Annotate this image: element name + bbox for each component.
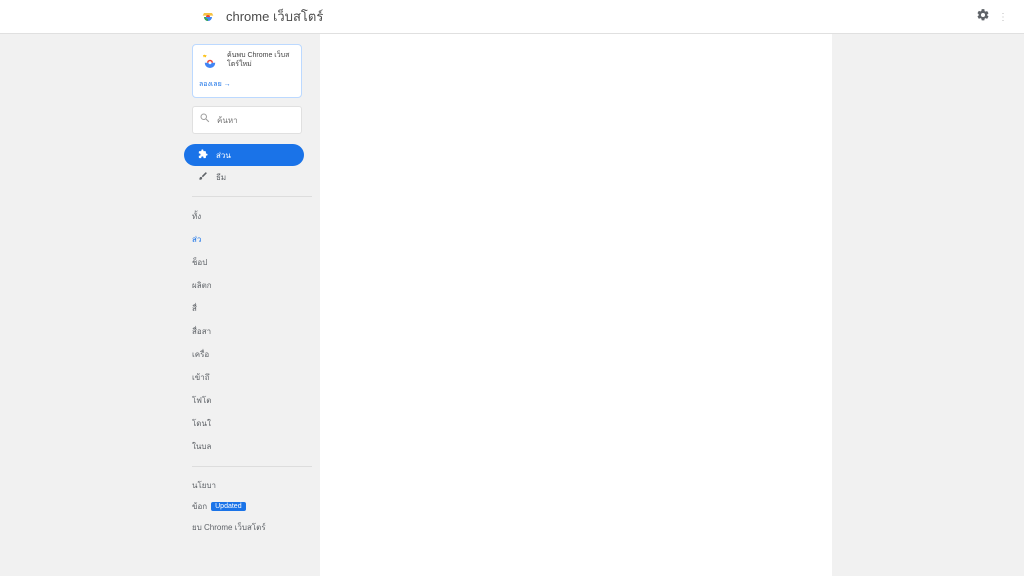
footer-about[interactable]: ยบ Chrome เว็บสโตร์ bbox=[192, 517, 312, 538]
left-gutter bbox=[0, 34, 192, 576]
tab-themes[interactable]: ธีม bbox=[184, 166, 304, 188]
tab-extensions-label: ส่วน bbox=[216, 149, 231, 162]
footer-links: นโยบา ข้อก Updated ยบ Chrome เว็บสโตร์ bbox=[192, 475, 320, 538]
search-icon bbox=[199, 111, 211, 129]
chrome-store-logo-icon bbox=[200, 9, 216, 25]
extension-icon bbox=[198, 149, 208, 161]
promo-link[interactable]: ลองเลย → bbox=[199, 79, 231, 90]
promo-store-icon bbox=[199, 51, 221, 73]
category-list: ทั้งส่วช็อปผลิตกสื่สื่อสาเครื่อเข้าถึโฟโ… bbox=[192, 205, 320, 458]
category-item[interactable]: เครื่อ bbox=[192, 343, 312, 366]
promo-card[interactable]: ค้นพบ Chrome เว็บส โตร์ใหม่ ลองเลย → bbox=[192, 44, 302, 98]
signin-link[interactable]: ⋮ bbox=[998, 12, 1008, 23]
divider bbox=[192, 196, 312, 197]
category-item[interactable]: เข้าถึ bbox=[192, 366, 312, 389]
topbar: chrome เว็บสโตร์ ⋮ bbox=[0, 0, 1024, 34]
content-area: ค้นพบ Chrome เว็บส โตร์ใหม่ ลองเลย → ส่ว… bbox=[0, 34, 1024, 576]
main-content bbox=[320, 34, 832, 576]
category-item[interactable]: สื่อสา bbox=[192, 320, 312, 343]
category-item[interactable]: โดนใ bbox=[192, 412, 312, 435]
category-item[interactable]: โฟโต bbox=[192, 389, 312, 412]
category-item[interactable]: ในบล bbox=[192, 435, 312, 458]
search-input[interactable] bbox=[217, 116, 295, 125]
sidebar: ค้นพบ Chrome เว็บส โตร์ใหม่ ลองเลย → ส่ว… bbox=[192, 34, 320, 576]
category-item[interactable]: สื่ bbox=[192, 297, 312, 320]
page-title: chrome เว็บสโตร์ bbox=[226, 6, 323, 27]
footer-terms[interactable]: ข้อก Updated bbox=[192, 496, 312, 517]
promo-text: ค้นพบ Chrome เว็บส โตร์ใหม่ bbox=[227, 51, 295, 73]
tab-themes-label: ธีม bbox=[216, 171, 226, 184]
search-box[interactable] bbox=[192, 106, 302, 134]
footer-privacy[interactable]: นโยบา bbox=[192, 475, 312, 496]
divider bbox=[192, 466, 312, 467]
brush-icon bbox=[198, 171, 208, 183]
category-item[interactable]: ทั้ง bbox=[192, 205, 312, 228]
gear-icon[interactable] bbox=[976, 8, 990, 27]
category-item[interactable]: ส่ว bbox=[192, 228, 312, 251]
footer-terms-label: ข้อก bbox=[192, 500, 207, 513]
nav-tabs: ส่วน ธีม bbox=[184, 144, 304, 188]
tab-extensions[interactable]: ส่วน bbox=[184, 144, 304, 166]
category-item[interactable]: ผลิตก bbox=[192, 274, 312, 297]
right-gutter bbox=[832, 34, 1024, 576]
updated-badge: Updated bbox=[211, 502, 245, 511]
category-item[interactable]: ช็อป bbox=[192, 251, 312, 274]
